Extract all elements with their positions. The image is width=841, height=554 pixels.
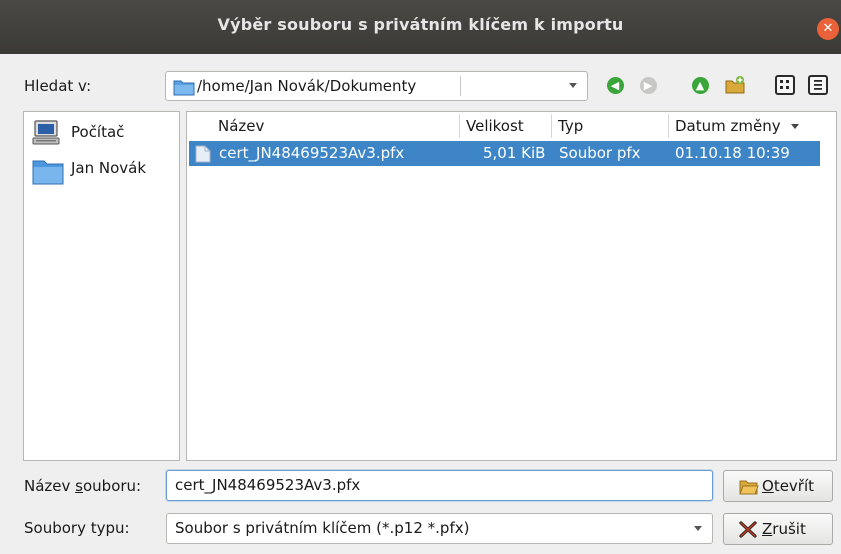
file-size: 5,01 KiB [483, 144, 546, 162]
combo-divider [460, 76, 461, 96]
filename-label-text: Název [24, 477, 76, 495]
file-date: 01.10.18 10:39 [675, 144, 790, 162]
parent-directory-button[interactable]: ▲ [688, 73, 712, 97]
close-icon[interactable]: ✕ [817, 18, 839, 40]
filename-label-text-end: ouboru: [83, 477, 142, 495]
cancel-label-rest: rušit [772, 520, 806, 538]
window-title: Výběr souboru s privátním klíčem k impor… [217, 15, 624, 34]
look-in-path: /home/Jan Novák/Dokumenty [197, 77, 417, 95]
column-header-date-label: Datum změny [675, 117, 781, 135]
filename-label-accesskey: s [75, 477, 83, 495]
open-accesskey: O [762, 477, 774, 495]
sort-descending-icon [791, 124, 800, 129]
list-view-button[interactable] [773, 73, 797, 97]
chevron-down-icon [694, 525, 702, 531]
place-home[interactable]: Jan Novák [30, 154, 176, 185]
place-label: Počítač [71, 123, 125, 141]
file-icon [195, 145, 211, 163]
open-button-label: Otevřít [762, 477, 814, 495]
file-dialog: Výběr souboru s privátním klíčem k impor… [0, 0, 841, 554]
place-computer[interactable]: Počítač [30, 118, 176, 148]
title-bar[interactable]: Výběr souboru s privátním klíčem k impor… [0, 0, 841, 54]
filename-label: Název souboru: [24, 477, 141, 495]
cancel-button-label: Zrušit [762, 520, 806, 538]
forward-icon: ▶ [639, 76, 657, 94]
parent-directory-icon: ▲ [691, 76, 709, 94]
chevron-down-icon [569, 83, 577, 88]
look-in-combo[interactable]: /home/Jan Novák/Dokumenty [165, 71, 588, 101]
forward-button[interactable]: ▶ [636, 73, 660, 97]
new-folder-button[interactable] [723, 73, 747, 97]
list-view-icon [775, 75, 795, 95]
detail-view-button[interactable] [806, 73, 830, 97]
open-label-rest: tevřít [773, 477, 815, 495]
file-type: Soubor pfx [559, 144, 641, 162]
folder-open-icon [739, 480, 759, 495]
places-sidebar: Počítač Jan Novák [23, 111, 180, 461]
detail-view-icon [808, 75, 828, 95]
computer-icon [32, 120, 60, 145]
column-header-size[interactable]: Velikost [459, 114, 551, 138]
cancel-button[interactable]: Zrušit [723, 513, 833, 545]
column-header-type[interactable]: Typ [551, 114, 668, 138]
column-header-date[interactable]: Datum změny [668, 114, 818, 138]
folder-icon [173, 80, 195, 96]
filetype-combo[interactable]: Soubor s privátním klíčem (*.p12 *.pfx) [166, 513, 713, 544]
back-icon: ◀ [606, 76, 624, 94]
look-in-label: Hledat v: [24, 77, 92, 95]
cancel-icon [739, 521, 757, 538]
open-button[interactable]: Otevřít [723, 470, 833, 502]
new-folder-icon [725, 76, 745, 94]
filetype-value: Soubor s privátním klíčem (*.p12 *.pfx) [175, 519, 470, 537]
cancel-accesskey: Z [762, 520, 773, 538]
filetype-label: Soubory typu: [24, 519, 130, 537]
filename-input[interactable]: cert_JN48469523Av3.pfx [166, 470, 713, 501]
folder-icon [32, 160, 64, 185]
file-list[interactable]: Název Velikost Typ Datum změny cert_JN48… [186, 111, 837, 461]
place-label: Jan Novák [71, 159, 147, 177]
file-name: cert_JN48469523Av3.pfx [219, 144, 405, 162]
filename-value: cert_JN48469523Av3.pfx [175, 476, 361, 494]
table-row[interactable]: cert_JN48469523Av3.pfx 5,01 KiB Soubor p… [189, 141, 820, 166]
back-button[interactable]: ◀ [603, 73, 627, 97]
column-header-name[interactable]: Název [212, 114, 459, 138]
